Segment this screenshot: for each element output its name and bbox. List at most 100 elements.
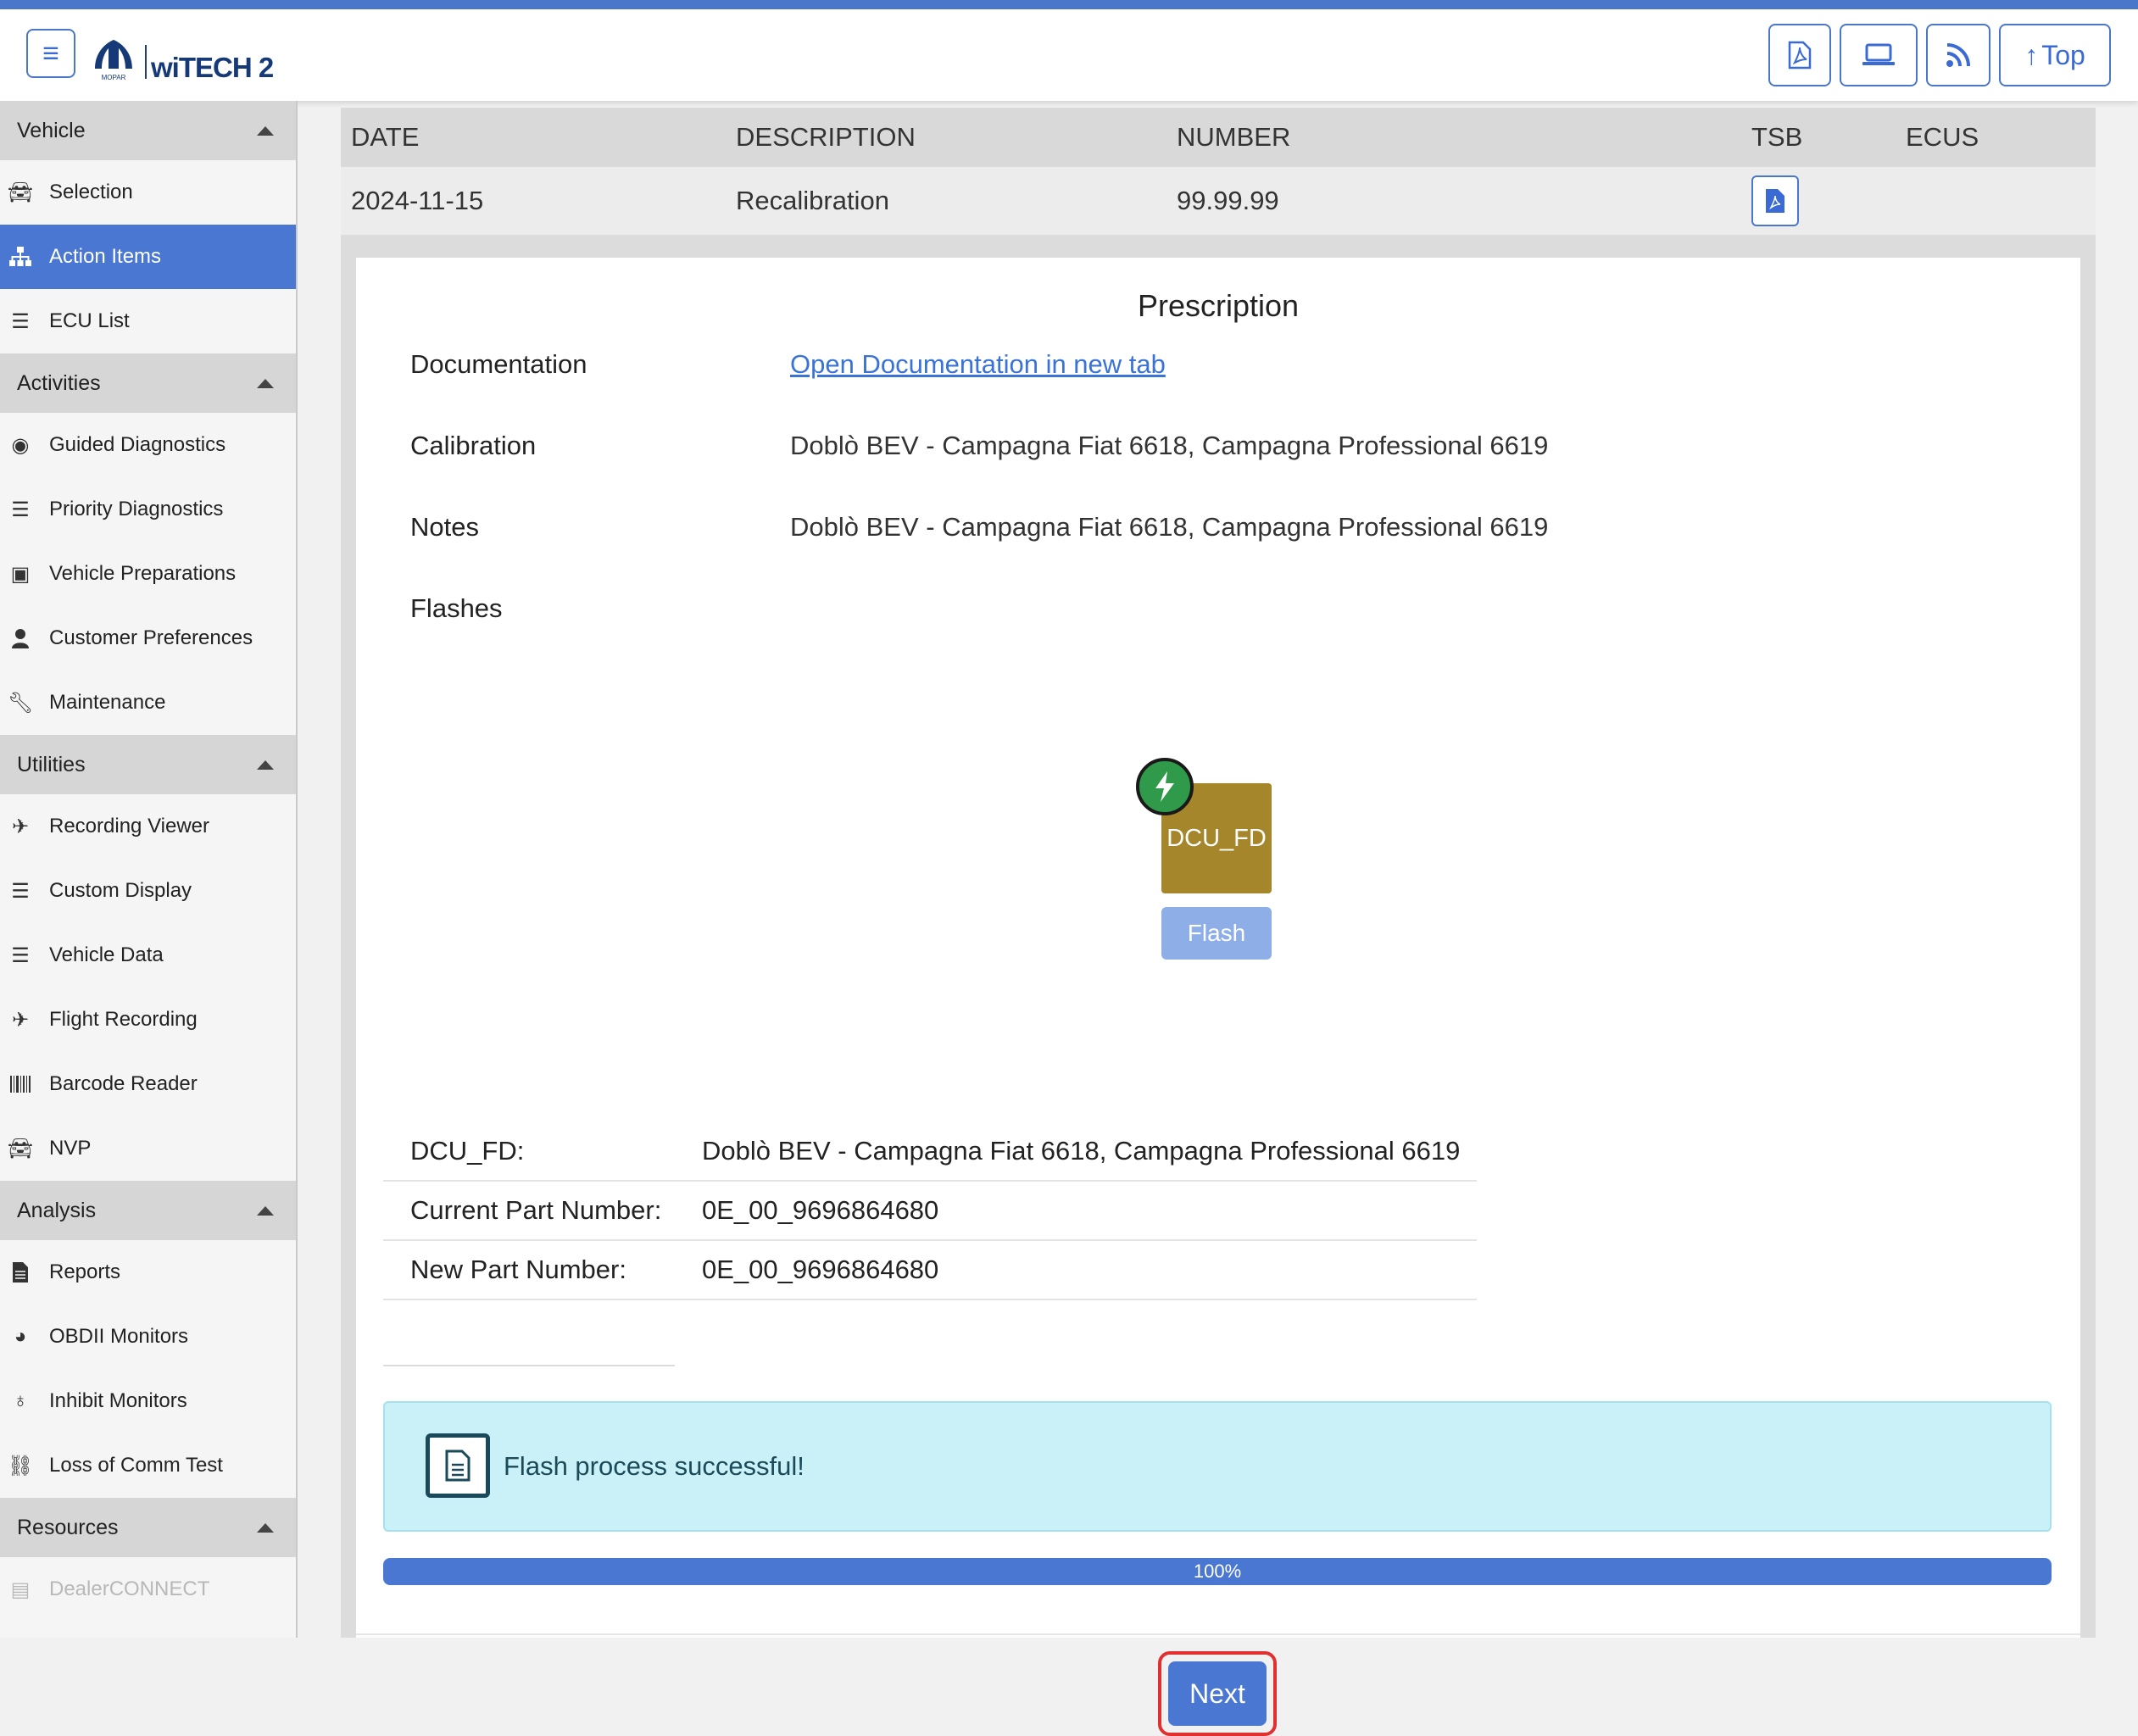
top-accent-bar (0, 0, 2138, 9)
compass-icon: ◉ (11, 433, 30, 457)
list-icon: ☰ (11, 309, 30, 333)
section-title: Analysis (17, 1198, 97, 1222)
wrench-icon: 🔧︎ (7, 691, 34, 715)
gauge-icon: ◕ (14, 1325, 27, 1348)
sidebar-item-reports[interactable]: Reports (0, 1240, 296, 1305)
part-number-table: DCU_FD: Doblò BEV - Campagna Fiat 6618, … (383, 1122, 1477, 1300)
logo-separator (145, 45, 147, 79)
sidebar-item-vehicle-data[interactable]: ☰ Vehicle Data (0, 923, 296, 988)
file-icon (8, 1260, 32, 1284)
calibration-label: Calibration (410, 431, 537, 460)
user-icon (8, 626, 32, 650)
arrow-up-icon: ↑ (2024, 39, 2039, 70)
car-icon: 🚘︎ (7, 181, 34, 204)
menu-button[interactable]: ≡ (26, 29, 75, 78)
cell-tsb (1751, 167, 1799, 235)
documentation-link[interactable]: Open Documentation in new tab (790, 349, 1166, 379)
sidebar-item-action-items[interactable]: Action Items (0, 225, 296, 289)
status-message: Flash process successful! (504, 1451, 805, 1481)
section-title: Utilities (17, 752, 86, 776)
car-icon: 🚘︎ (7, 1137, 34, 1160)
section-title: Activities (17, 370, 101, 395)
documentation-label: Documentation (410, 349, 587, 379)
main-content: DATE DESCRIPTION NUMBER TSB ECUS 2024-11… (297, 101, 2138, 1736)
notes-label: Notes (410, 512, 479, 542)
sidebar-item-loss-of-comm-test[interactable]: ⛓ Loss of Comm Test (0, 1433, 296, 1498)
status-alert: Flash process successful! (383, 1401, 2052, 1532)
list-ol-icon: ☰ (11, 943, 30, 967)
section-vehicle[interactable]: Vehicle (0, 101, 296, 160)
part-value: Doblò BEV - Campagna Fiat 6618, Campagna… (702, 1136, 1461, 1166)
medkit-icon: ▣ (10, 562, 31, 586)
plane-icon: ✈ (11, 1008, 30, 1032)
top-button[interactable]: ↑ Top (1999, 24, 2111, 86)
sidebar: Vehicle 🚘︎ Selection Action Items ☰ ECU … (0, 101, 298, 1638)
part-key: New Part Number: (410, 1255, 626, 1284)
laptop-button[interactable] (1840, 24, 1918, 86)
notes-value: Doblò BEV - Campagna Fiat 6618, Campagna… (790, 512, 1549, 542)
sidebar-item-guided-diagnostics[interactable]: ◉ Guided Diagnostics (0, 413, 296, 477)
sidebar-item-inhibit-monitors[interactable]: ♁ Inhibit Monitors (0, 1369, 296, 1433)
sidebar-item-customer-preferences[interactable]: Customer Preferences (0, 606, 296, 670)
divider (383, 1365, 675, 1366)
ecu-flash-item: DCU_FD Flash (1136, 749, 1289, 960)
sidebar-item-maintenance[interactable]: 🔧︎ Maintenance (0, 670, 296, 735)
section-resources[interactable]: Resources (0, 1498, 296, 1557)
sidebar-item-barcode-reader[interactable]: Barcode Reader (0, 1052, 296, 1116)
sidebar-item-ecu-list[interactable]: ☰ ECU List (0, 289, 296, 353)
sidebar-item-nvp[interactable]: 🚘︎ NVP (0, 1116, 296, 1181)
next-button-highlight: Next (1158, 1651, 1277, 1736)
sidebar-item-label: Inhibit Monitors (49, 1389, 187, 1412)
sidebar-item-label: Vehicle Preparations (49, 562, 237, 585)
caret-up-icon (257, 125, 274, 136)
lightning-bolt-icon (1136, 758, 1194, 815)
prescription-title: Prescription (1137, 288, 1300, 323)
link-icon: ⛓ (7, 1454, 34, 1477)
table-row: New Part Number: 0E_00_9696864680 (383, 1241, 1477, 1300)
document-icon (426, 1433, 490, 1498)
sidebar-item-label: Priority Diagnostics (49, 498, 224, 520)
section-activities[interactable]: Activities (0, 353, 296, 413)
book-icon: ▤ (10, 1577, 31, 1601)
sidebar-item-label: Vehicle Data (49, 943, 164, 966)
section-title: Vehicle (17, 118, 86, 142)
col-tsb: TSB (1751, 122, 1803, 152)
mopar-logo: MOPAR (95, 40, 132, 81)
pdf-button[interactable] (1768, 24, 1831, 86)
section-analysis[interactable]: Analysis (0, 1181, 296, 1240)
next-button[interactable]: Next (1168, 1661, 1267, 1726)
tsb-pdf-button[interactable] (1751, 175, 1799, 226)
sidebar-item-label: Maintenance (49, 691, 166, 714)
feed-button[interactable] (1926, 24, 1990, 86)
pdf-icon (1766, 189, 1784, 213)
cell-description: Recalibration (736, 186, 889, 215)
table-row: Current Part Number: 0E_00_9696864680 (383, 1182, 1477, 1241)
sidebar-item-label: NVP (49, 1137, 92, 1160)
top-button-label: Top (2041, 39, 2085, 70)
sidebar-item-custom-display[interactable]: ☰ Custom Display (0, 859, 296, 923)
sidebar-item-label: OBDII Monitors (49, 1325, 189, 1348)
table-header: DATE DESCRIPTION NUMBER TSB ECUS (341, 108, 2096, 167)
caret-up-icon (257, 1522, 274, 1533)
barcode-icon (8, 1072, 32, 1096)
col-number: NUMBER (1177, 122, 1291, 152)
table-row[interactable]: 2024-11-15 Recalibration 99.99.99 (341, 167, 2096, 235)
sidebar-item-label: Customer Preferences (49, 626, 253, 649)
list-ol-icon: ☰ (11, 879, 30, 903)
sidebar-item-dealerconnect[interactable]: ▤ DealerCONNECT (0, 1557, 296, 1622)
sidebar-item-label: DealerCONNECT (49, 1577, 210, 1600)
laptop-icon (1862, 43, 1895, 65)
flash-button[interactable]: Flash (1161, 907, 1272, 960)
sidebar-item-recording-viewer[interactable]: ✈ Recording Viewer (0, 794, 296, 859)
hamburger-icon: ≡ (42, 36, 59, 70)
part-key: DCU_FD: (410, 1136, 525, 1166)
rss-icon (1946, 43, 1970, 67)
sidebar-item-priority-diagnostics[interactable]: ☰ Priority Diagnostics (0, 477, 296, 542)
cell-number: 99.99.99 (1177, 186, 1279, 215)
sidebar-item-selection[interactable]: 🚘︎ Selection (0, 160, 296, 225)
sidebar-item-vehicle-preparations[interactable]: ▣ Vehicle Preparations (0, 542, 296, 606)
sidebar-item-flight-recording[interactable]: ✈ Flight Recording (0, 988, 296, 1052)
progress-bar: 100% (383, 1558, 2052, 1585)
section-utilities[interactable]: Utilities (0, 735, 296, 794)
sidebar-item-obdii-monitors[interactable]: ◕ OBDII Monitors (0, 1305, 296, 1369)
